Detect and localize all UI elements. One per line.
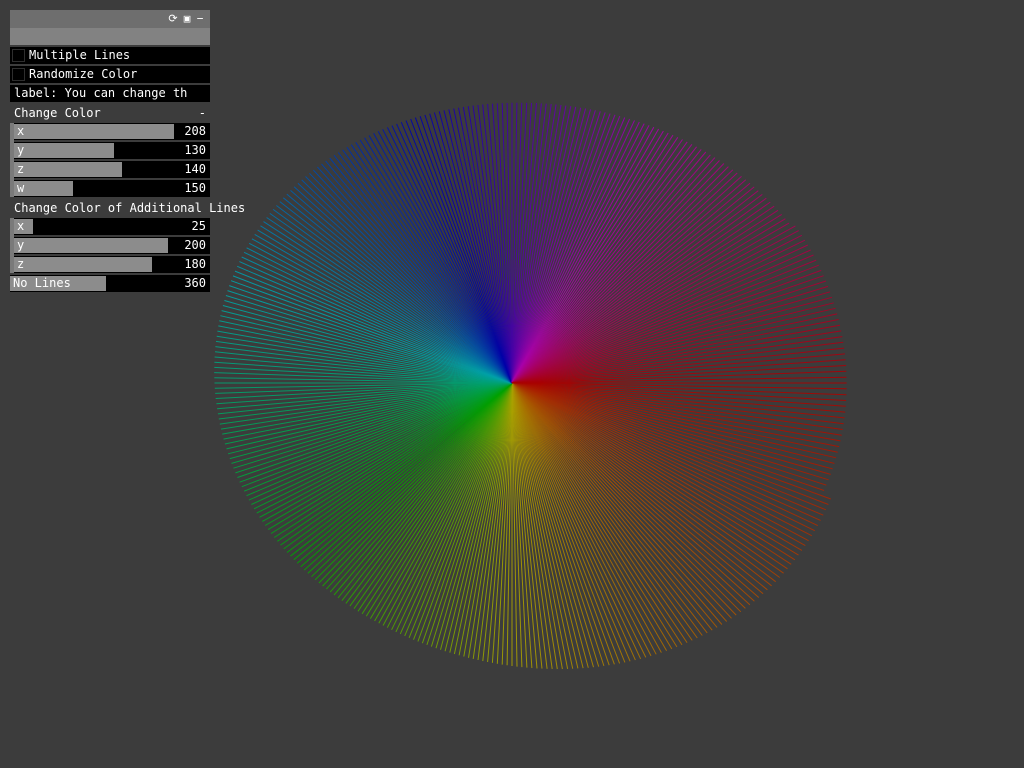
slider-fill (14, 143, 114, 158)
slider-key: z (17, 162, 25, 176)
radial-line (359, 139, 513, 384)
slider-fill (14, 162, 122, 177)
radial-line (270, 382, 513, 534)
slider-fill (14, 124, 174, 139)
checkbox[interactable] (12, 49, 25, 62)
slider-value: 130 (184, 143, 206, 157)
slider-key: x (17, 219, 25, 233)
toggle-label: Randomize Color (29, 67, 138, 81)
multiple-lines-toggle[interactable]: Multiple Lines (10, 47, 210, 64)
checkbox[interactable] (12, 68, 25, 81)
randomize-color-toggle[interactable]: Randomize Color (10, 66, 210, 83)
slider-key: x (17, 124, 25, 138)
color-x-slider[interactable]: x 208 (14, 123, 210, 140)
slider-value: 200 (184, 238, 206, 252)
slider-value: 180 (184, 257, 206, 271)
slider-value: 150 (184, 181, 206, 195)
group-title: Change Color of Additional Lines (14, 201, 246, 215)
radial-line (511, 382, 796, 561)
radial-line (511, 132, 669, 384)
reload-icon[interactable]: ⟳ (167, 12, 179, 25)
additional-x-slider[interactable]: x 25 (14, 218, 210, 235)
change-color-group-header[interactable]: Change Color - (10, 104, 210, 122)
slider-value: 208 (184, 124, 206, 138)
panel-title-bar[interactable] (10, 28, 210, 45)
slider-fill (14, 238, 168, 253)
panel-header[interactable]: ⟳ ▣ − (10, 10, 210, 28)
minimize-icon[interactable]: − (194, 12, 206, 25)
collapse-toggle[interactable]: - (199, 104, 206, 122)
slider-fill (14, 257, 153, 272)
additional-y-slider[interactable]: y 200 (14, 237, 210, 254)
group-title: Change Color (14, 106, 101, 120)
additional-z-slider[interactable]: z 180 (14, 256, 210, 273)
color-w-slider[interactable]: w 150 (14, 180, 210, 197)
radial-line (260, 225, 513, 384)
no-lines-slider[interactable]: No Lines 360 (10, 275, 210, 292)
toggle-label: Multiple Lines (29, 48, 131, 62)
change-color-group: x 208 y 130 z 140 w 150 (10, 123, 210, 197)
info-label: label: You can change th (10, 85, 210, 102)
slider-key: y (17, 238, 25, 252)
slider-key: No Lines (13, 276, 71, 290)
slider-value: 140 (184, 162, 206, 176)
slider-value: 360 (184, 276, 206, 290)
radial-line (511, 382, 678, 648)
additional-lines-group-header[interactable]: Change Color of Additional Lines (10, 199, 245, 217)
control-panel: ⟳ ▣ − Multiple Lines Randomize Color lab… (10, 10, 245, 294)
slider-value: 25 (191, 219, 206, 233)
slider-key: y (17, 143, 25, 157)
additional-lines-group: x 25 y 200 z 180 (10, 218, 210, 273)
slider-key: w (17, 181, 25, 195)
save-icon[interactable]: ▣ (181, 12, 193, 25)
color-z-slider[interactable]: z 140 (14, 161, 210, 178)
radial-line (511, 213, 782, 384)
color-y-slider[interactable]: y 130 (14, 142, 210, 159)
slider-key: z (17, 257, 25, 271)
